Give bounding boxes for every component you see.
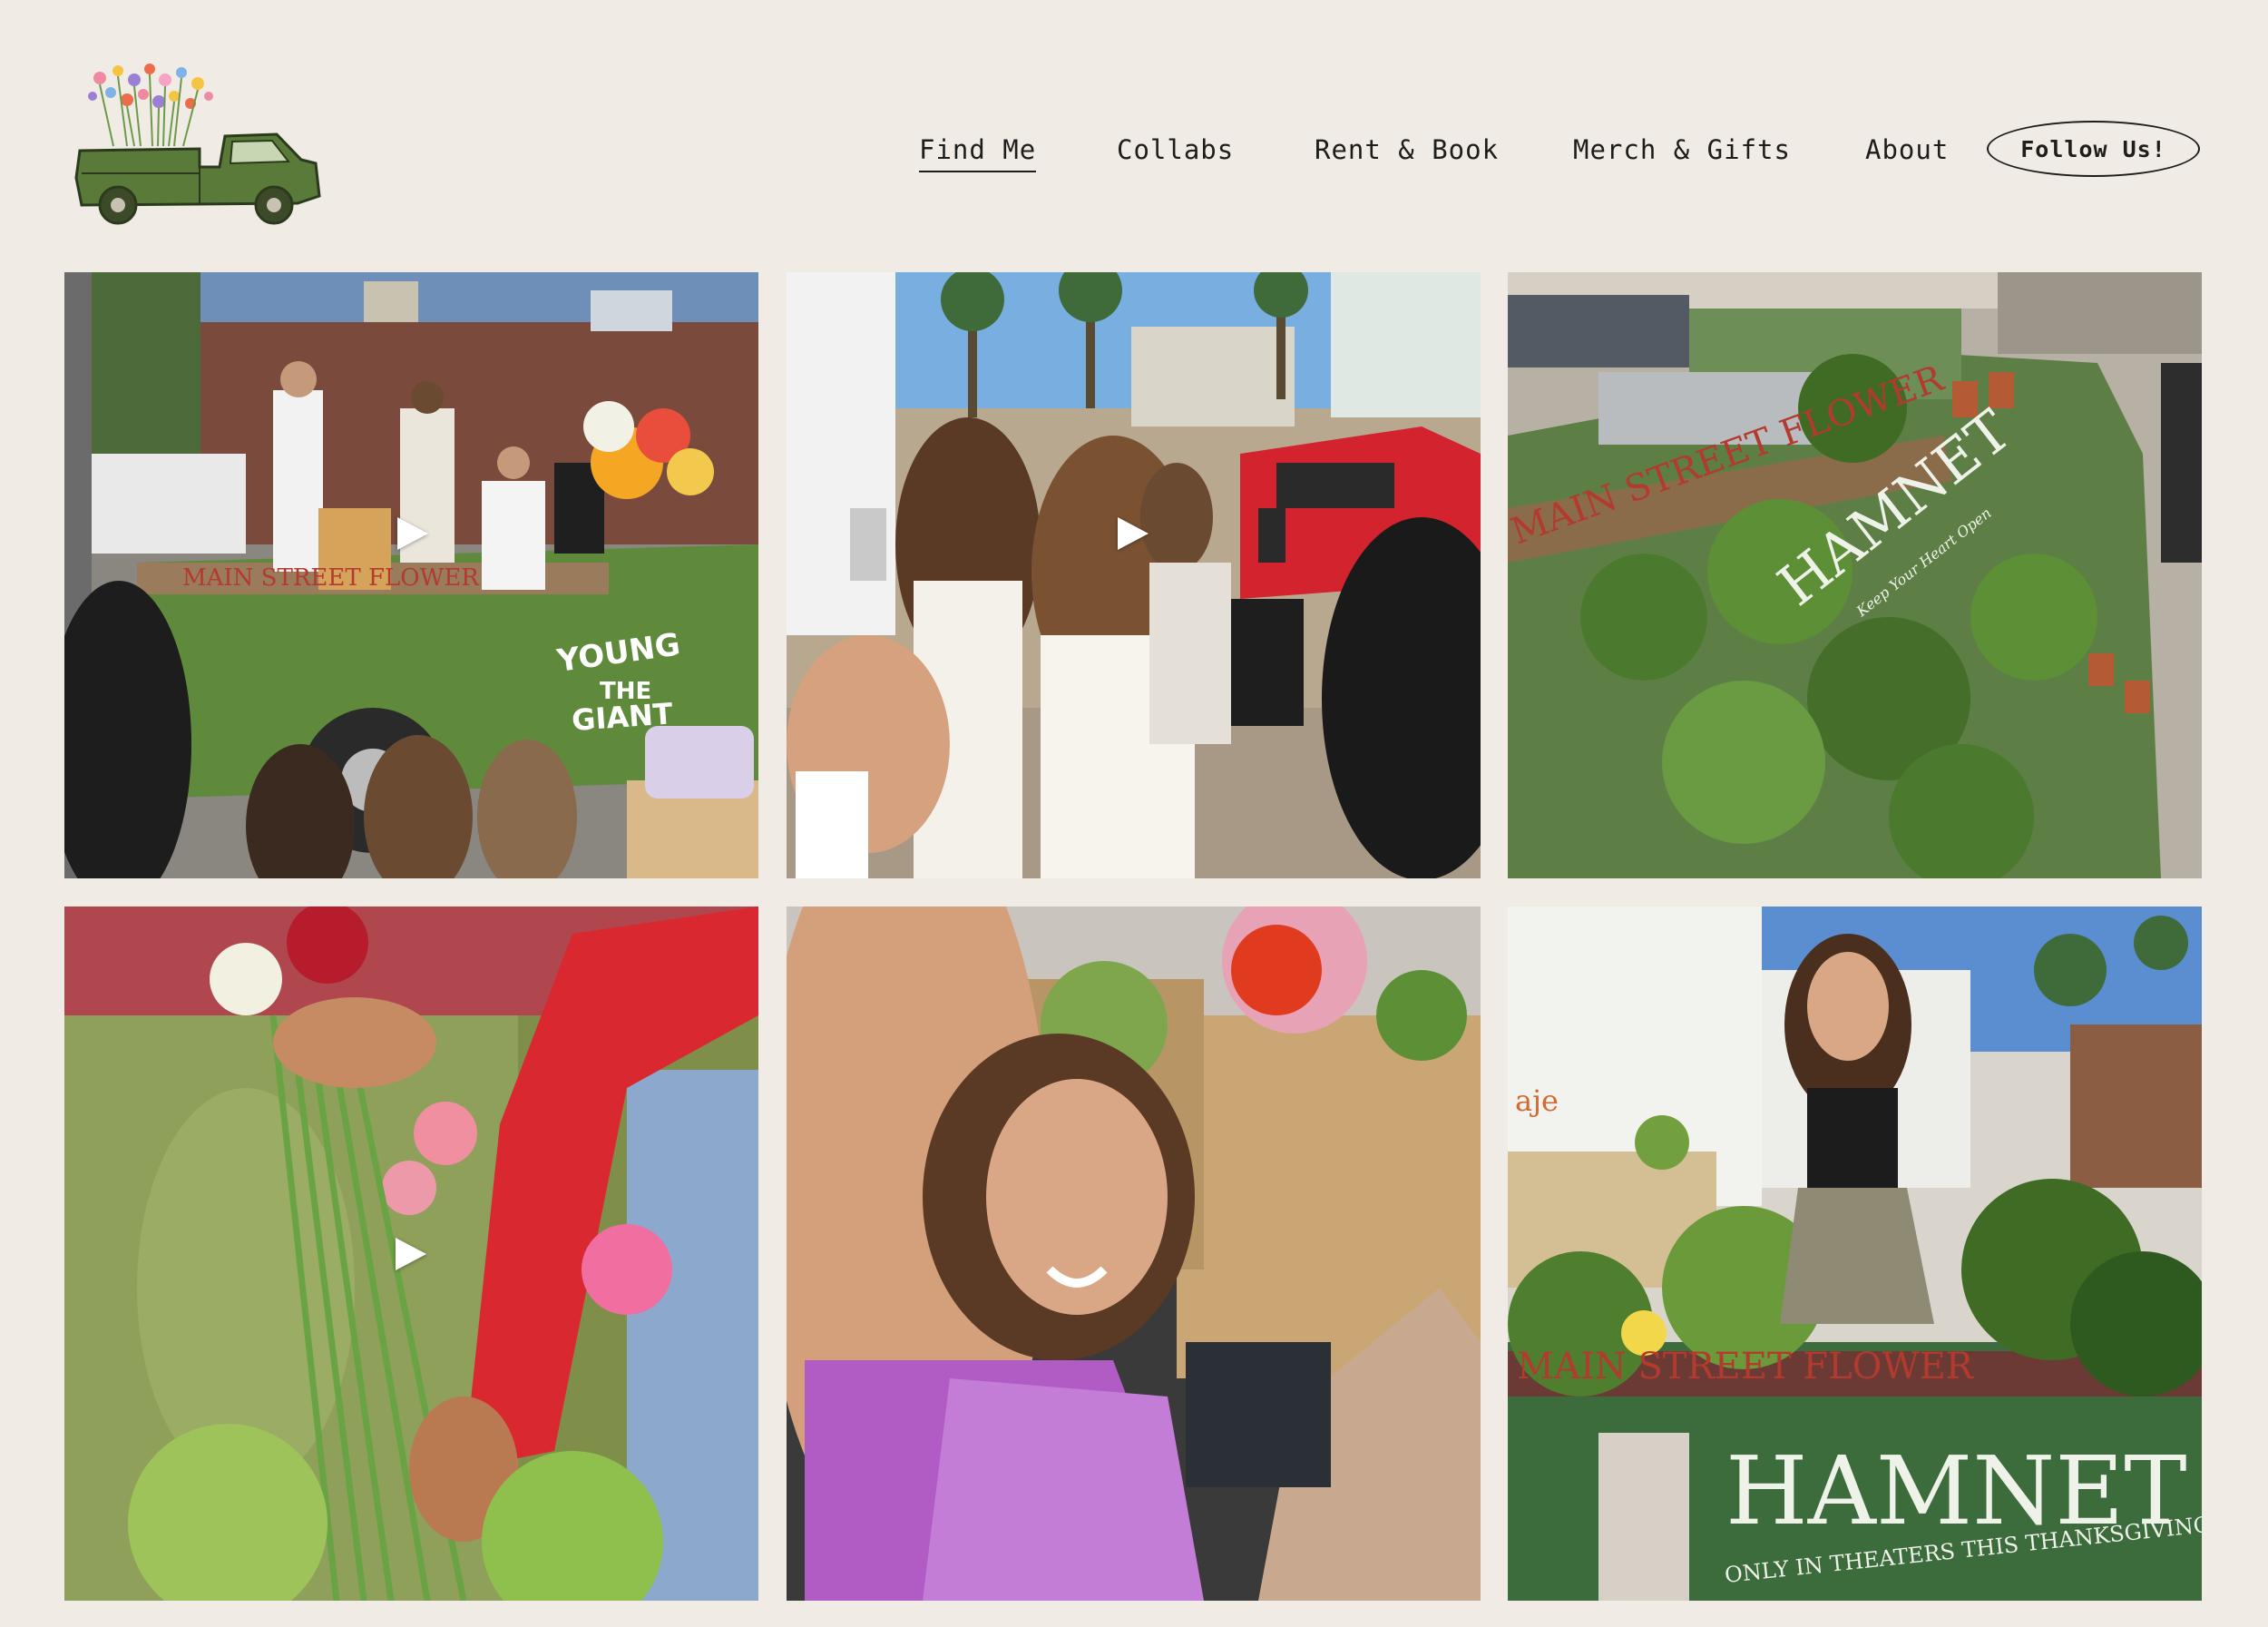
gallery-tile-truck-plants[interactable]: HAMNET Keep Your Heart Open MAIN STREET …: [1508, 272, 2202, 878]
painted-aje: aje: [1515, 1083, 1559, 1118]
gallery-tile-flower-seller[interactable]: HAMNET ONLY IN THEATERS THIS THANKSGIVIN…: [1508, 907, 2202, 1601]
follow-us-button[interactable]: Follow Us!: [1987, 121, 2200, 177]
photo-crowd-filming: [787, 272, 1481, 878]
photo-flower-seller: HAMNET ONLY IN THEATERS THIS THANKSGIVIN…: [1508, 907, 2202, 1601]
gallery-tile-crowd-filming[interactable]: [787, 272, 1481, 878]
painted-giant: GIANT: [571, 696, 674, 738]
gallery-tile-hands-flowers[interactable]: [64, 907, 758, 1601]
main-nav: Find Me Collabs Rent & Book Merch & Gift…: [0, 118, 2268, 181]
nav-link-merch-gifts[interactable]: Merch & Gifts: [1573, 134, 1791, 165]
painted-main-street: MAIN STREET FLOWER: [182, 564, 480, 592]
painted-main-street: MAIN STREET FLOWER: [1517, 1346, 1975, 1387]
nav-link-about[interactable]: About: [1865, 134, 1949, 165]
gallery-tile-selfie[interactable]: [787, 907, 1481, 1601]
photo-selfie: [787, 907, 1481, 1601]
photo-truck-plants: HAMNET Keep Your Heart Open MAIN STREET …: [1508, 272, 2202, 878]
play-icon[interactable]: [1118, 517, 1149, 550]
play-icon[interactable]: [397, 517, 428, 550]
nav-link-find-me[interactable]: Find Me: [919, 134, 1037, 172]
photo-band-on-truck: YOUNG THE GIANT MAIN STREET FLOWER: [64, 272, 758, 878]
play-icon[interactable]: [396, 1238, 426, 1270]
nav-link-collabs[interactable]: Collabs: [1117, 134, 1234, 165]
gallery-tile-band-performing[interactable]: YOUNG THE GIANT MAIN STREET FLOWER: [64, 272, 758, 878]
nav-link-rent-book[interactable]: Rent & Book: [1315, 134, 1499, 165]
